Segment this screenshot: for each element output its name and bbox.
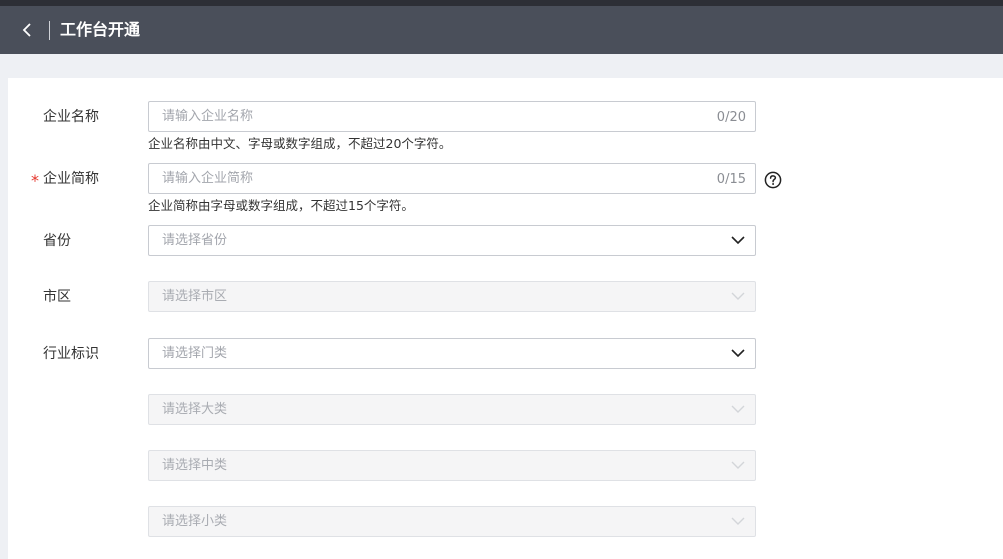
required-mark: * <box>31 171 39 190</box>
industry-major-placeholder: 请选择大类 <box>162 402 228 417</box>
chevron-left-icon <box>22 23 31 37</box>
chevron-down-icon <box>731 405 745 413</box>
header-divider <box>49 21 50 40</box>
industry-section-placeholder: 请选择门类 <box>162 346 228 361</box>
company-name-hint: 企业名称由中文、字母或数字组成，不超过20个字符。 <box>148 136 452 151</box>
chevron-down-icon <box>731 292 745 300</box>
province-label: 省份 <box>43 233 71 249</box>
question-circle-icon[interactable] <box>764 171 782 189</box>
company-short-name-input[interactable]: 请输入企业简称 0/15 <box>148 163 756 194</box>
province-select[interactable]: 请选择省份 <box>148 225 756 256</box>
company-short-name-hint: 企业简称由字母或数字组成，不超过15个字符。 <box>148 198 414 213</box>
industry-middle-select[interactable]: 请选择中类 <box>148 450 756 481</box>
company-name-placeholder: 请输入企业名称 <box>162 109 254 124</box>
chevron-down-icon <box>731 349 745 358</box>
chevron-down-icon <box>731 517 745 525</box>
company-name-counter: 0/20 <box>716 110 746 125</box>
page-title: 工作台开通 <box>60 20 141 39</box>
form-panel: 企业名称 请输入企业名称 0/20 企业名称由中文、字母或数字组成，不超过20个… <box>8 78 1003 559</box>
industry-minor-placeholder: 请选择小类 <box>162 514 228 529</box>
industry-label: 行业标识 <box>43 346 99 362</box>
city-placeholder: 请选择市区 <box>162 289 228 304</box>
city-label: 市区 <box>43 289 71 305</box>
company-name-label: 企业名称 <box>43 109 99 125</box>
back-button[interactable] <box>14 16 42 44</box>
industry-major-select[interactable]: 请选择大类 <box>148 394 756 425</box>
industry-minor-select[interactable]: 请选择小类 <box>148 506 756 537</box>
city-select[interactable]: 请选择市区 <box>148 281 756 312</box>
province-placeholder: 请选择省份 <box>162 233 228 248</box>
company-short-name-placeholder: 请输入企业简称 <box>162 171 254 186</box>
chevron-down-icon <box>731 461 745 469</box>
chevron-down-icon <box>731 236 745 245</box>
company-short-name-label: 企业简称 <box>43 171 99 187</box>
industry-middle-placeholder: 请选择中类 <box>162 458 228 473</box>
company-short-name-counter: 0/15 <box>716 172 746 187</box>
industry-section-select[interactable]: 请选择门类 <box>148 338 756 369</box>
page-header: 工作台开通 <box>0 6 1003 54</box>
company-name-input[interactable]: 请输入企业名称 0/20 <box>148 101 756 132</box>
